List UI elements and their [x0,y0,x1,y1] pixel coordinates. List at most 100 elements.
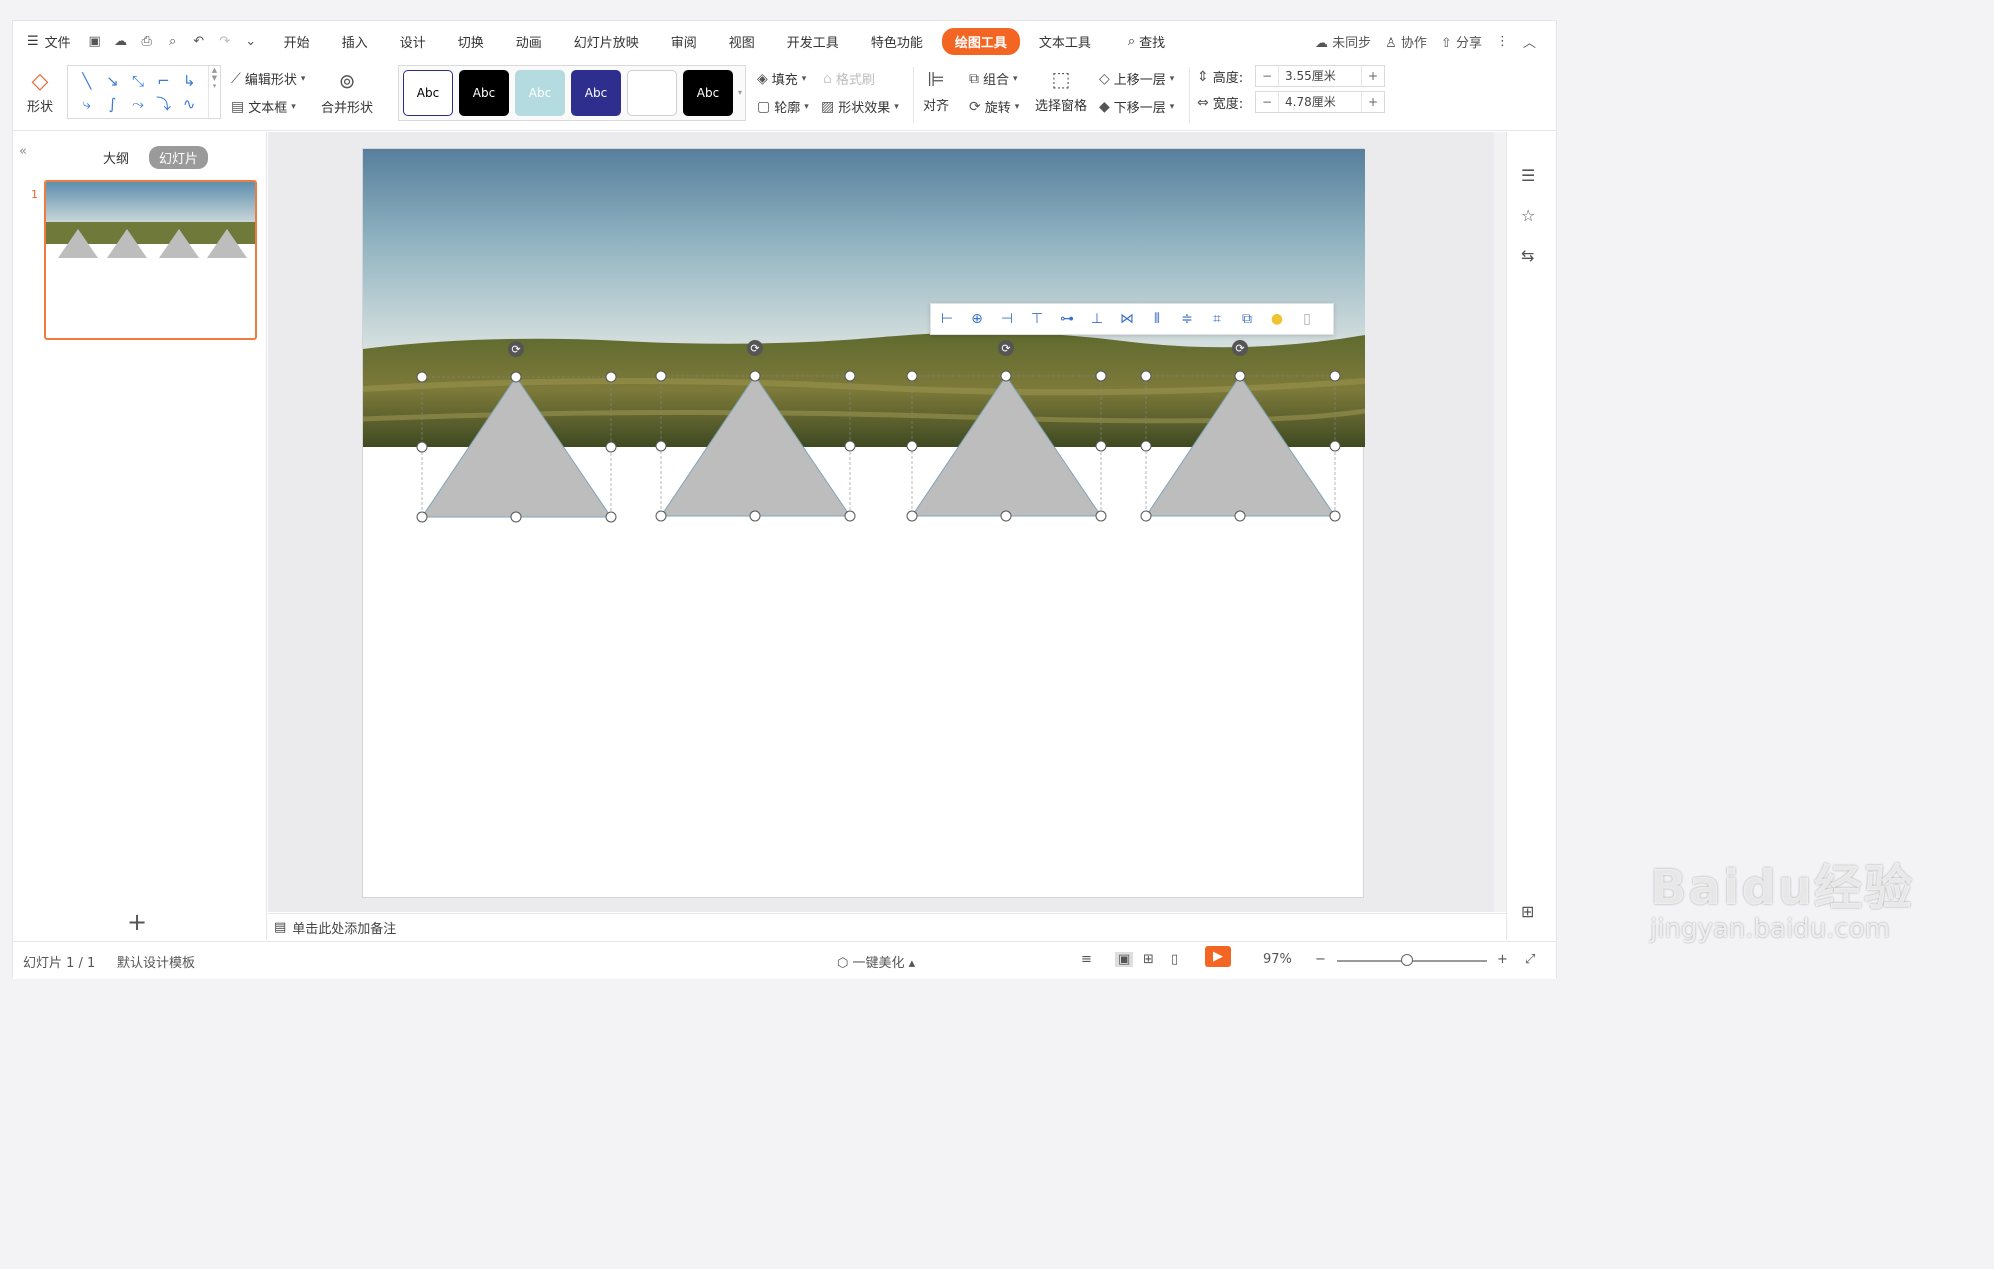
width-field[interactable]: − 4.78厘米 + [1255,91,1385,113]
align-right-icon[interactable]: ⊣ [995,311,1019,327]
fill-button[interactable]: ◈ 填充 ▾ [757,69,806,89]
slide-thumbnail[interactable] [44,180,257,340]
distribute-horizontal-icon[interactable]: ⋈ [1115,311,1139,327]
split-icon[interactable]: ▯ [1295,311,1319,327]
tab-design[interactable]: 设计 [387,28,439,55]
play-slideshow-icon[interactable]: ▶ [1205,946,1231,967]
arrow-line-icon[interactable]: ↘ [100,70,126,93]
width-value[interactable]: 4.78厘米 [1278,92,1362,112]
collapse-panel-icon[interactable]: « [19,144,27,159]
width-increment-button[interactable]: + [1362,95,1384,109]
textbox-button[interactable]: ▤ 文本框 ▾ [231,97,296,117]
shape-effect-button[interactable]: ▨ 形状效果 ▾ [821,97,899,117]
add-slide-button[interactable]: + [127,908,147,936]
style-swatch-6[interactable]: Abc [683,70,733,116]
send-backward-button[interactable]: ◆ 下移一层 ▾ [1099,97,1174,117]
more-options-icon[interactable]: ⋮ [1496,34,1509,49]
normal-view-icon[interactable]: ▣ [1115,952,1134,967]
curved-arrow-connector-icon[interactable]: ⤳ [125,93,151,116]
style-swatch-2[interactable]: Abc [459,70,509,116]
crop-icon[interactable]: ⌗ [1205,311,1229,327]
tab-developer[interactable]: 开发工具 [774,28,852,55]
curved-double-arrow-icon[interactable]: ⤵ [151,93,177,116]
tab-text-tools[interactable]: 文本工具 [1026,28,1104,55]
grid-apps-icon[interactable]: ⊞ [1521,902,1534,921]
style-swatch-4[interactable]: Abc [571,70,621,116]
tab-special-features[interactable]: 特色功能 [858,28,936,55]
width-decrement-button[interactable]: − [1256,95,1278,109]
tab-review[interactable]: 审阅 [658,28,710,55]
tab-animation[interactable]: 动画 [503,28,555,55]
save-icon[interactable]: ▣ [87,34,103,49]
align-left-icon[interactable]: ⊢ [935,311,959,327]
tab-outline[interactable]: 大纲 [93,146,139,169]
tab-slideshow[interactable]: 幻灯片放映 [561,28,652,55]
search-button[interactable]: ⌕ 查找 [1128,32,1165,51]
curved-connector-icon[interactable]: ∫ [100,93,126,116]
favorite-icon[interactable]: ☆ [1521,206,1535,225]
distribute-vertical-icon[interactable]: ≑ [1175,311,1199,327]
freeform-curve-icon[interactable]: ∿ [176,93,202,116]
line-shapes-gallery[interactable]: ╲ ↘ ⤡ ⌐ ↳ ⤷ ∫ ⤳ ⤵ ∿ ▲ ▼ ▾ [67,65,221,119]
file-menu[interactable]: ☰ 文件 [13,21,81,61]
print-preview-icon[interactable]: ⌕ [165,34,181,49]
lightbulb-icon[interactable]: ● [1265,311,1289,327]
distribute-columns-icon[interactable]: ⦀ [1145,311,1169,327]
align-middle-icon[interactable]: ⊶ [1055,311,1079,327]
align-bottom-icon[interactable]: ⊥ [1085,311,1109,327]
elbow-connector-icon[interactable]: ⌐ [151,70,177,93]
group-button[interactable]: ⧉ 组合 ▾ [969,69,1018,89]
switch-icon[interactable]: ⇆ [1521,246,1534,265]
notes-toggle-icon[interactable]: ≡ [1081,952,1092,967]
elbow-arrow-connector-icon[interactable]: ↳ [176,70,202,93]
height-field[interactable]: − 3.55厘米 + [1255,65,1385,87]
property-settings-icon[interactable]: ☰ [1521,166,1535,185]
height-increment-button[interactable]: + [1362,69,1384,83]
tab-insert[interactable]: 插入 [329,28,381,55]
shape-button[interactable]: ◇ 形状 [27,69,53,115]
print-icon[interactable]: ⎙ [139,34,155,49]
redo-icon[interactable]: ↷ [217,34,233,49]
elbow-double-arrow-icon[interactable]: ⤷ [74,93,100,116]
style-swatch-3[interactable]: Abc [515,70,565,116]
sync-button[interactable]: ☁ 未同步 [1315,32,1371,51]
zoom-out-icon[interactable]: − [1315,952,1326,967]
tab-slides[interactable]: 幻灯片 [149,146,209,169]
gallery-scroll[interactable]: ▲ ▼ ▾ [208,66,220,118]
style-gallery-expand[interactable]: ▾ [735,66,745,120]
beautify-button[interactable]: ⬡ 一键美化 ▴ [837,952,915,971]
height-decrement-button[interactable]: − [1256,69,1278,83]
selection-pane-button[interactable]: ⬚ 选择窗格 [1035,67,1087,114]
collab-button[interactable]: ♙ 协作 [1385,32,1427,51]
cloud-save-icon[interactable]: ☁ [113,34,129,49]
undo-icon[interactable]: ↶ [191,34,207,49]
style-swatch-5[interactable] [627,70,677,116]
notes-bar[interactable]: ▤ 单击此处添加备注 [268,913,1508,940]
slide-canvas[interactable]: ⟳ ⟳ ⟳ ⟳ ⊢ ⊕ ⊣ ⊤ ⊶ ⊥ ⋈ ⦀ ≑ ⌗ ⧉ ● ▯ [362,148,1366,898]
tab-transition[interactable]: 切换 [445,28,497,55]
group-shapes-icon[interactable]: ⧉ [1235,311,1259,327]
zoom-slider-handle[interactable] [1401,954,1413,966]
format-painter-button[interactable]: ⌂ 格式刷 [823,69,875,89]
tab-drawing-tools[interactable]: 绘图工具 [941,27,1020,55]
align-center-icon[interactable]: ⊕ [965,311,989,327]
collapse-ribbon-icon[interactable]: ︿ [1523,32,1536,51]
tab-view[interactable]: 视图 [716,28,768,55]
tab-start[interactable]: 开始 [271,28,323,55]
align-top-icon[interactable]: ⊤ [1025,311,1049,327]
style-swatch-1[interactable]: Abc [403,70,453,116]
line-icon[interactable]: ╲ [74,70,100,93]
height-value[interactable]: 3.55厘米 [1278,66,1362,86]
bring-forward-button[interactable]: ◇ 上移一层 ▾ [1099,69,1174,89]
zoom-level[interactable]: 97% [1263,952,1292,967]
outline-button[interactable]: ▢ 轮廓 ▾ [757,97,809,117]
align-button[interactable]: ⊫ 对齐 [923,67,949,114]
customize-quick-access-icon[interactable]: ⌄ [243,34,259,49]
slide-sorter-icon[interactable]: ⊞ [1143,952,1154,967]
template-name[interactable]: 默认设计模板 [117,952,195,971]
merge-shape-button[interactable]: ⊚ 合并形状 [321,69,373,116]
zoom-in-icon[interactable]: + [1497,952,1508,967]
reading-view-icon[interactable]: ▯ [1171,952,1178,967]
rotate-button[interactable]: ⟳ 旋转 ▾ [969,97,1019,117]
share-button[interactable]: ⇧ 分享 [1441,32,1482,51]
